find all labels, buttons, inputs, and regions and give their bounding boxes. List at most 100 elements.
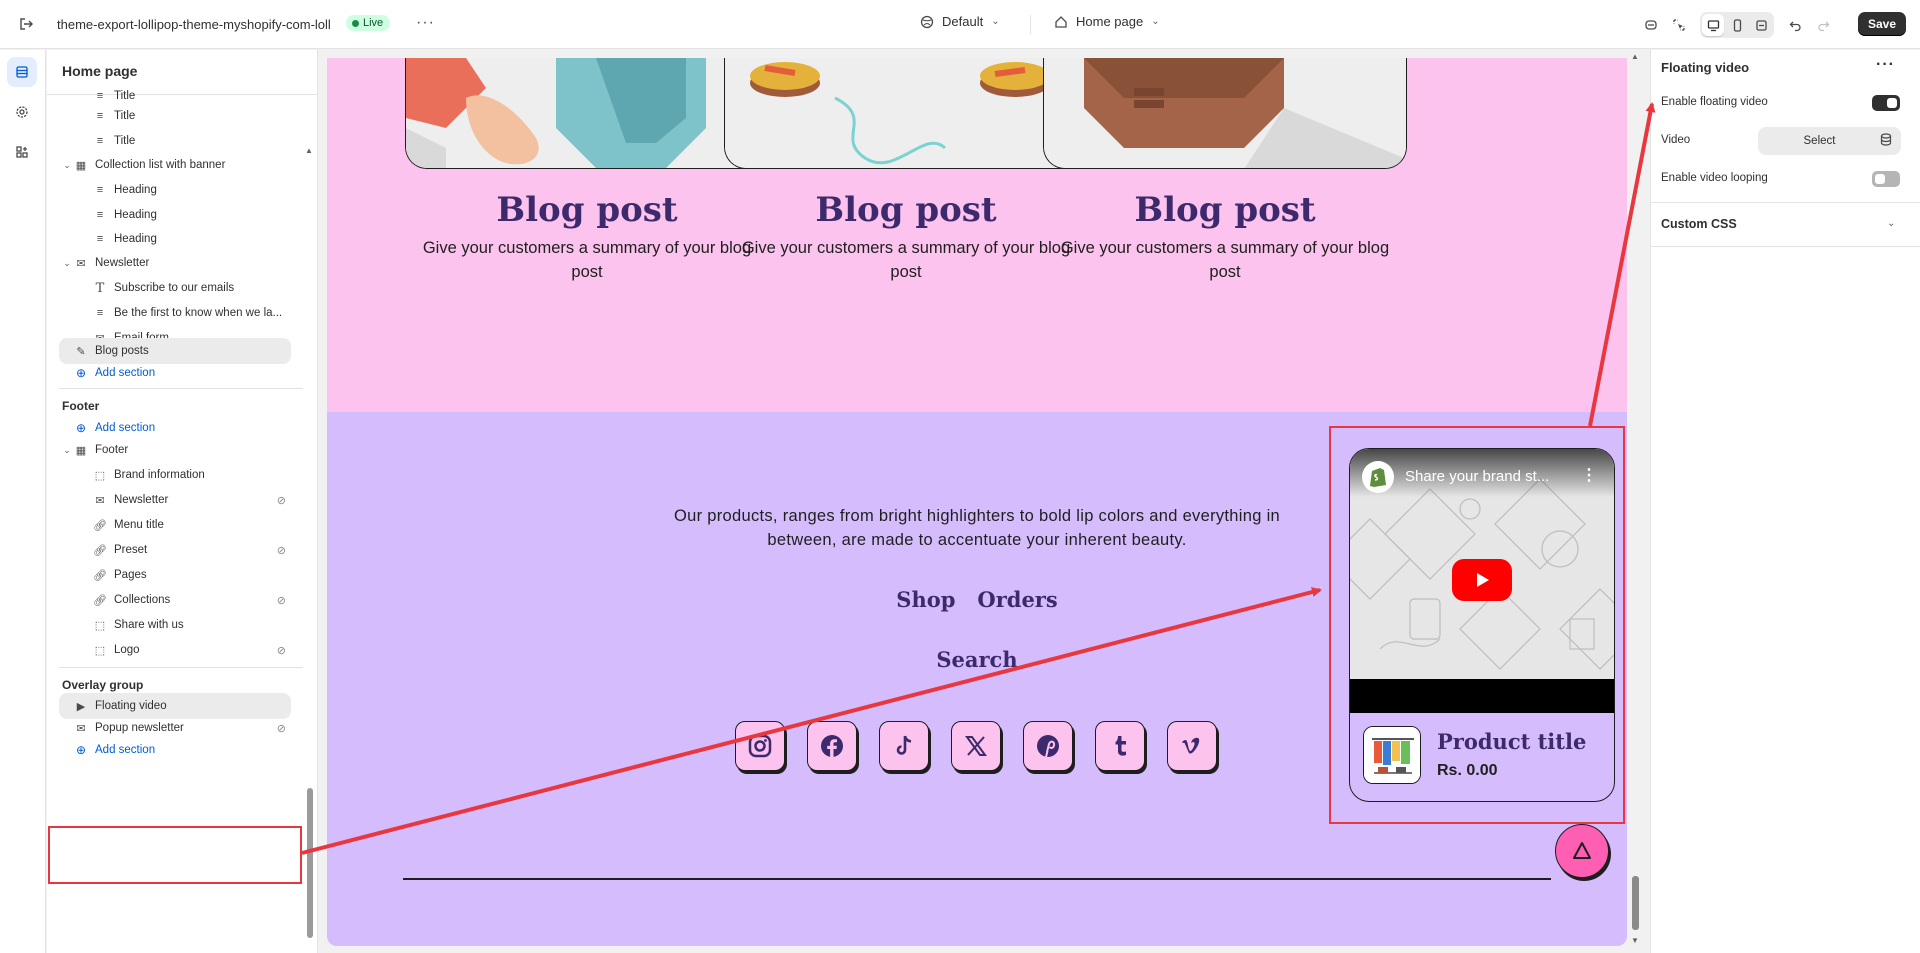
footer-link-search-label[interactable]: Search: [936, 647, 1017, 672]
sidebar-item-heading[interactable]: ≡ Heading: [92, 226, 157, 252]
mobile-icon[interactable]: [1726, 14, 1748, 36]
scroll-up-icon[interactable]: ▲: [1631, 52, 1639, 61]
pinterest-icon[interactable]: [1023, 721, 1073, 771]
sidebar-item-title[interactable]: ≡ Title: [92, 128, 136, 154]
chevron-down-icon: ⌄: [991, 16, 1000, 27]
save-button[interactable]: Save: [1858, 12, 1907, 36]
sidebar-item-preset[interactable]: 🔗︎ Preset ⊘: [92, 537, 292, 563]
sidebar-item-subscribe[interactable]: T Subscribe to our emails: [92, 275, 235, 301]
plus-circle-icon: ⊕: [75, 743, 87, 757]
sidebar-item-collection-list[interactable]: ⌄ ▦ Collection list with banner: [61, 152, 225, 178]
eye-off-icon[interactable]: ⊘: [277, 594, 286, 607]
envelope-icon: ✉: [95, 494, 105, 507]
sidebar-item-label: Logo: [114, 644, 140, 656]
sidebar-item-footer[interactable]: ⌄ ▦ Footer: [61, 437, 128, 463]
sidebar-item-label: Subscribe to our emails: [114, 282, 235, 294]
sidebar-item-label: Be the first to know when we la...: [114, 307, 283, 319]
sidebar-item-logo[interactable]: ⬚ Logo ⊘: [92, 637, 292, 663]
preview-scrollbar[interactable]: ▲ ▼: [1629, 50, 1643, 953]
blog-posts-section[interactable]: Blog post Give your customers a summary …: [327, 58, 1627, 412]
footer-link-shop[interactable]: Shop: [896, 587, 955, 612]
eye-off-icon[interactable]: ⊘: [277, 644, 286, 657]
customer-privacy-icon[interactable]: [1640, 13, 1662, 37]
more-actions-icon[interactable]: ···: [1876, 56, 1895, 74]
page-selector[interactable]: Home page ⌄: [1054, 14, 1160, 29]
instagram-icon[interactable]: [735, 721, 785, 771]
video-player[interactable]: Share your brand st... ⋮: [1350, 449, 1614, 713]
sidebar-divider: [47, 94, 317, 95]
sidebar-item-title[interactable]: ≡ Title: [92, 103, 136, 129]
fullwidth-icon[interactable]: [1750, 14, 1772, 36]
chevron-down-icon[interactable]: ⌄: [61, 160, 73, 171]
block-icon: ⬚: [94, 469, 106, 482]
more-actions-icon[interactable]: ···: [416, 14, 435, 32]
theme-selector[interactable]: Default ⌄: [920, 14, 1000, 29]
product-title[interactable]: Product title: [1437, 729, 1586, 754]
sidebar-item-brand-information[interactable]: ⬚ Brand information: [92, 462, 205, 488]
group-divider: [59, 667, 303, 668]
eye-off-icon[interactable]: ⊘: [277, 544, 286, 557]
custom-css-header[interactable]: Custom CSS: [1661, 217, 1737, 231]
blog-title[interactable]: Blog post: [405, 190, 769, 230]
tiktok-icon[interactable]: [879, 721, 929, 771]
sidebar-item-pages[interactable]: 🔗︎ Pages: [92, 562, 147, 588]
scrollbar-thumb[interactable]: [307, 788, 313, 938]
add-section-label: Add section: [95, 744, 156, 756]
footer-group-label: Footer: [62, 399, 100, 413]
undo-icon[interactable]: [1784, 13, 1806, 37]
exit-icon[interactable]: [16, 14, 36, 34]
globe-icon: [920, 15, 934, 28]
chevron-down-icon[interactable]: ⌄: [61, 445, 73, 456]
enable-floating-video-label: Enable floating video: [1661, 96, 1768, 108]
vimeo-icon[interactable]: [1167, 721, 1217, 771]
video-select-button[interactable]: Select: [1758, 127, 1901, 155]
inspector-icon[interactable]: [1668, 13, 1690, 37]
gear-icon[interactable]: [7, 97, 37, 127]
desktop-icon[interactable]: [1702, 14, 1724, 36]
facebook-icon[interactable]: [807, 721, 857, 771]
video-more-icon[interactable]: ⋮: [1581, 465, 1597, 485]
scroll-to-top-icon[interactable]: [1555, 824, 1609, 878]
text-lines-icon: ≡: [96, 307, 104, 319]
sidebar-item-collections[interactable]: 🔗︎ Collections ⊘: [92, 587, 292, 613]
enable-video-looping-toggle[interactable]: [1872, 171, 1900, 187]
footer-link-orders[interactable]: Orders: [977, 587, 1057, 612]
editor-rail: [0, 50, 46, 953]
sections-icon[interactable]: [7, 57, 37, 87]
sidebar-item-share-with-us[interactable]: ⬚ Share with us: [92, 612, 184, 638]
video-title[interactable]: Share your brand st...: [1405, 468, 1575, 485]
blog-title[interactable]: Blog post: [724, 190, 1088, 230]
x-icon[interactable]: [951, 721, 1001, 771]
sidebar-item-newsletter-block[interactable]: ✉ Newsletter ⊘: [92, 487, 292, 513]
add-section-button[interactable]: ⊕ Add section: [73, 737, 155, 763]
video-product[interactable]: Product title Rs. 0.00: [1350, 713, 1614, 801]
chevron-down-icon[interactable]: ⌄: [61, 258, 73, 269]
play-button-icon[interactable]: [1452, 559, 1512, 601]
product-image: [1363, 726, 1421, 784]
chevron-down-icon[interactable]: ⌄: [1887, 218, 1895, 229]
enable-floating-video-toggle[interactable]: [1872, 95, 1900, 111]
sidebar-item-heading[interactable]: ≡ Heading: [92, 202, 157, 228]
social-icons: [735, 721, 1217, 771]
status-badge-label: Live: [363, 17, 384, 29]
scrollbar-thumb[interactable]: [1632, 876, 1639, 930]
text-lines-icon: ≡: [96, 110, 104, 122]
sidebar-item-newsletter[interactable]: ⌄ ✉ Newsletter: [61, 250, 149, 276]
sidebar-scrollbar[interactable]: ▲ ▼: [305, 98, 315, 948]
redo-icon[interactable]: [1812, 13, 1834, 37]
scroll-up-icon[interactable]: ▲: [305, 146, 313, 155]
add-section-button[interactable]: ⊕ Add section: [73, 360, 155, 386]
floating-video-card[interactable]: Share your brand st... ⋮ Product title R…: [1349, 448, 1615, 802]
tumblr-icon[interactable]: [1095, 721, 1145, 771]
page-selector-label: Home page: [1076, 14, 1144, 29]
sidebar-item-heading[interactable]: ≡ Heading: [92, 177, 157, 203]
blog-title[interactable]: Blog post: [1043, 190, 1407, 230]
eye-off-icon[interactable]: ⊘: [277, 722, 286, 735]
scroll-down-icon[interactable]: ▼: [1631, 936, 1639, 945]
apps-icon[interactable]: [7, 137, 37, 167]
eye-off-icon[interactable]: ⊘: [277, 494, 286, 507]
topbar-tools: [1640, 12, 1834, 38]
sidebar-item-text[interactable]: ≡ Be the first to know when we la...: [92, 300, 282, 326]
sidebar-item-menu-title[interactable]: 🔗︎ Menu title: [92, 512, 164, 538]
theme-selector-label: Default: [942, 14, 984, 29]
